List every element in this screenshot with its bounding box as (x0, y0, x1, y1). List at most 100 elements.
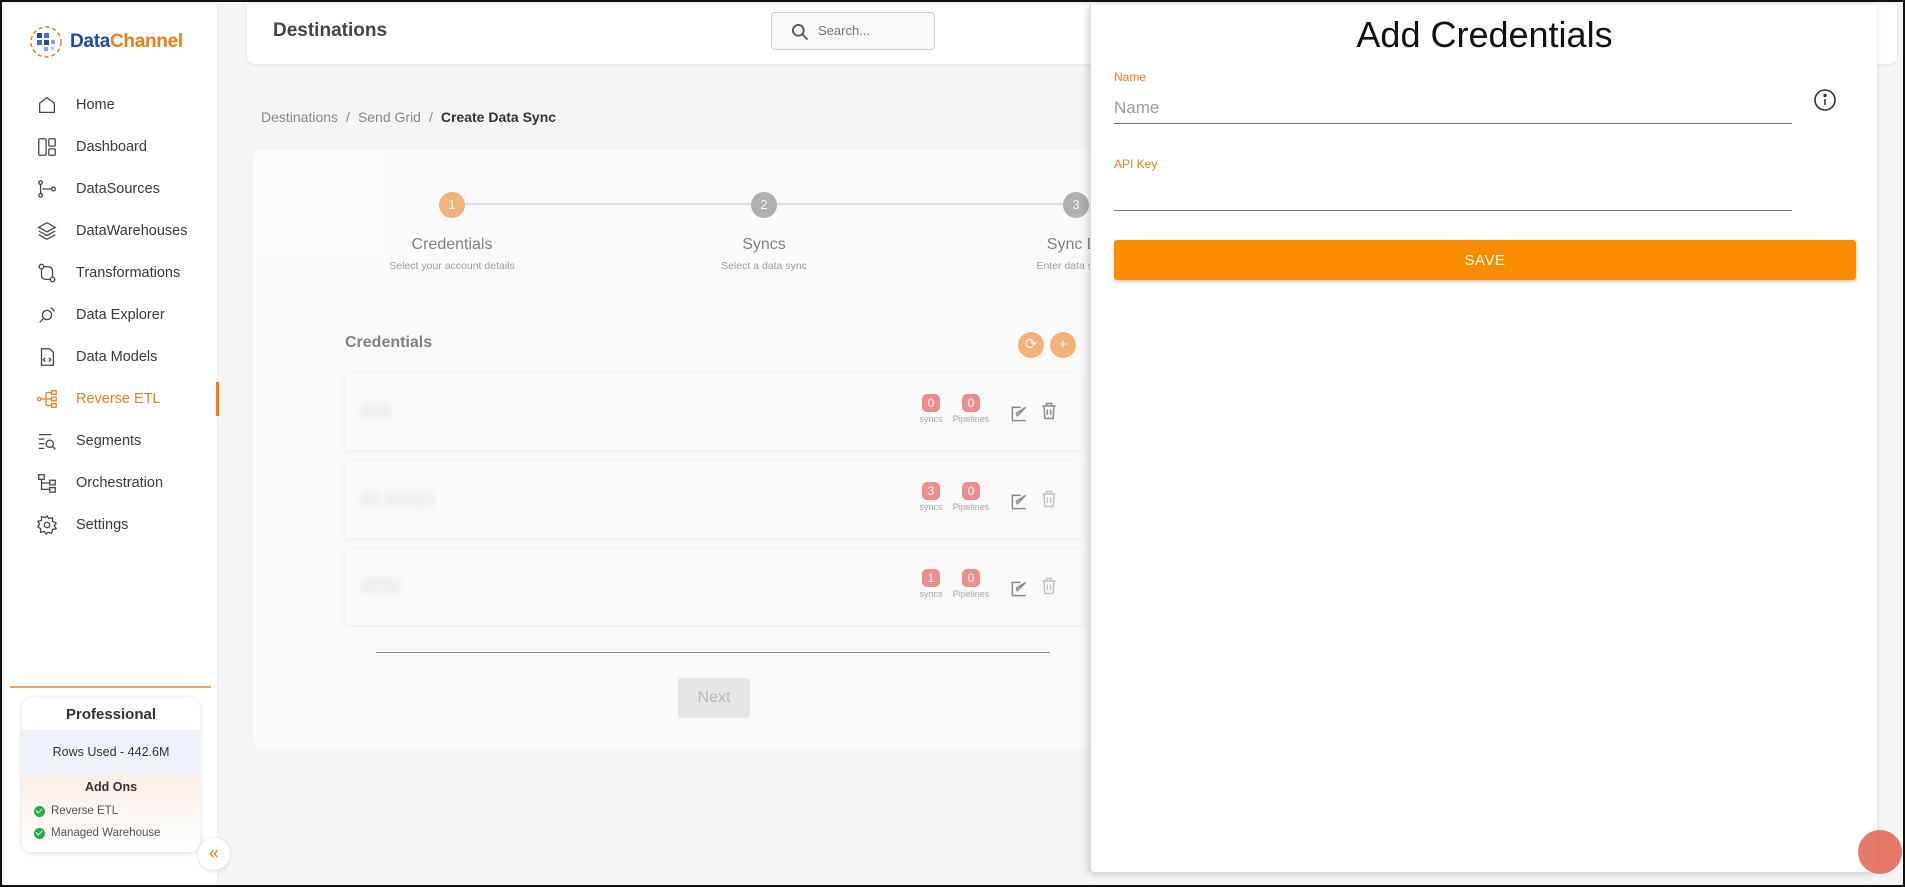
pipelines-count: 0 Pipelines (951, 569, 991, 599)
sidebar-item-label: Dashboard (76, 139, 147, 155)
sidebar-item-home[interactable]: Home (4, 84, 218, 126)
step-3-circle[interactable]: 3 (1063, 192, 1089, 218)
breadcrumb-item-current: Create Data Sync (440, 109, 557, 125)
sidebar-item-datawarehouses[interactable]: DataWarehouses (4, 210, 218, 252)
addon-item: Managed Warehouse (22, 822, 200, 844)
logo-text: DataChannel (70, 31, 183, 52)
sidebar-item-datasources[interactable]: DataSources (4, 168, 218, 210)
next-button[interactable]: Next (678, 678, 750, 718)
step-connector (777, 203, 1063, 205)
create-sync-card: 1 Credentials Select your account detail… (253, 150, 1118, 748)
syncs-count: 3 syncs (911, 482, 951, 512)
sidebar-item-label: Transformations (76, 265, 181, 281)
gear-icon (36, 514, 58, 536)
sidebar-item-transformations[interactable]: Transformations (4, 252, 218, 294)
step-connector (465, 203, 751, 205)
credentials-heading: Credentials (345, 334, 433, 351)
pipelines-count: 0 Pipelines (951, 482, 991, 512)
plus-icon: + (1058, 336, 1068, 353)
explorer-icon (39, 307, 55, 323)
collapse-sidebar-button[interactable]: « (198, 838, 230, 870)
sidebar-item-dashboard[interactable]: Dashboard (4, 126, 218, 168)
sidebar-item-settings[interactable]: Settings (4, 504, 218, 546)
sidebar-item-data-explorer[interactable]: Data Explorer (4, 294, 218, 336)
credential-name: ▒▒▒▒ (361, 577, 401, 593)
trash-icon[interactable] (1039, 575, 1059, 597)
sidebar-item-label: Orchestration (76, 475, 164, 491)
sidebar-item-label: DataSources (76, 181, 160, 197)
sidebar-item-label: Home (76, 97, 115, 113)
api-key-field-label: API Key (1114, 157, 1158, 171)
transformations-icon (38, 263, 56, 283)
trash-icon[interactable] (1039, 488, 1059, 510)
syncs-label: syncs (919, 502, 943, 512)
credential-row[interactable]: ▒▒▒ 0 syncs 0 Pipelines (345, 374, 1083, 450)
sidebar-item-label: Reverse ETL (76, 391, 161, 407)
step-1-label: Credentials (411, 236, 493, 253)
syncs-count: 0 syncs (911, 394, 951, 424)
sidebar: DataChannel Home Dashboard DataSources D… (4, 4, 219, 885)
syncs-label: syncs (919, 414, 943, 424)
syncs-badge: 1 (922, 569, 940, 587)
name-field-label: Name (1114, 70, 1147, 84)
sidebar-item-orchestration[interactable]: Orchestration (4, 462, 218, 504)
refresh-button[interactable]: ⟳ (1018, 332, 1044, 358)
rows-used: Rows Used - 442.6M (22, 730, 200, 774)
add-credentials-panel: Add Credentials Name API Key SAVE (1090, 4, 1877, 872)
check-circle-icon (34, 827, 45, 839)
pipelines-badge: 0 (962, 569, 980, 587)
sidebar-item-segments[interactable]: Segments (4, 420, 218, 462)
pipelines-badge: 0 (962, 394, 980, 412)
addon-label: Reverse ETL (51, 805, 119, 817)
save-button[interactable]: SAVE (1114, 240, 1856, 280)
pipelines-label: Pipelines (952, 589, 990, 599)
credential-name: ▒▒ ▒▒▒▒▒ (361, 490, 435, 506)
sidebar-divider (10, 686, 211, 688)
credential-row[interactable]: ▒▒▒▒ 1 syncs 0 Pipelines (345, 549, 1083, 625)
double-chevron-left-icon: « (208, 843, 219, 863)
sidebar-item-label: Segments (76, 433, 142, 449)
check-circle-icon (34, 805, 45, 817)
info-icon[interactable] (1813, 88, 1837, 112)
sidebar-nav: Home Dashboard DataSources DataWarehouse… (4, 84, 219, 546)
addon-item: Reverse ETL (22, 800, 200, 822)
step-1-circle[interactable]: 1 (439, 192, 465, 218)
credential-name: ▒▒▒ (361, 402, 391, 418)
name-input[interactable] (1114, 92, 1792, 124)
add-credential-button[interactable]: + (1050, 332, 1076, 358)
sidebar-item-reverse-etl[interactable]: Reverse ETL (4, 378, 219, 420)
search-input[interactable] (818, 23, 926, 38)
api-key-input[interactable] (1114, 179, 1792, 211)
chat-widget-button[interactable] (1858, 830, 1902, 874)
pipelines-badge: 0 (962, 482, 980, 500)
step-2-circle[interactable]: 2 (751, 192, 777, 218)
app-frame: DataChannel Home Dashboard DataSources D… (0, 0, 1905, 887)
sidebar-item-data-models[interactable]: Data Models (4, 336, 218, 378)
reverse-etl-icon (36, 390, 57, 408)
layers-icon (37, 222, 57, 240)
credential-row[interactable]: ▒▒ ▒▒▒▒▒ 3 syncs 0 Pipelines (345, 462, 1083, 538)
search-box[interactable] (771, 12, 935, 50)
search-icon (792, 24, 809, 41)
step-2-label: Syncs (742, 236, 786, 253)
edit-icon[interactable] (1009, 404, 1029, 424)
datasources-icon (38, 180, 56, 198)
refresh-icon: ⟳ (1024, 336, 1038, 353)
panel-title: Add Credentials (1356, 14, 1613, 55)
breadcrumb-item-destinations[interactable]: Destinations (261, 109, 338, 125)
dashboard-icon (38, 138, 56, 156)
datachannel-logo-icon (28, 24, 64, 60)
edit-icon[interactable] (1009, 579, 1029, 599)
breadcrumb-separator: / (346, 109, 350, 125)
pipelines-label: Pipelines (952, 502, 990, 512)
edit-icon[interactable] (1009, 492, 1029, 512)
trash-icon[interactable] (1039, 400, 1059, 422)
plan-card: Professional Rows Used - 442.6M Add Ons … (22, 698, 200, 852)
plan-title: Professional (65, 706, 157, 723)
logo[interactable]: DataChannel (28, 24, 183, 60)
sidebar-item-label: Settings (76, 517, 129, 533)
addons-title: Add Ons (84, 780, 138, 794)
pipelines-label: Pipelines (952, 414, 990, 424)
breadcrumb-item-send-grid[interactable]: Send Grid (358, 109, 421, 125)
syncs-count: 1 syncs (911, 569, 951, 599)
